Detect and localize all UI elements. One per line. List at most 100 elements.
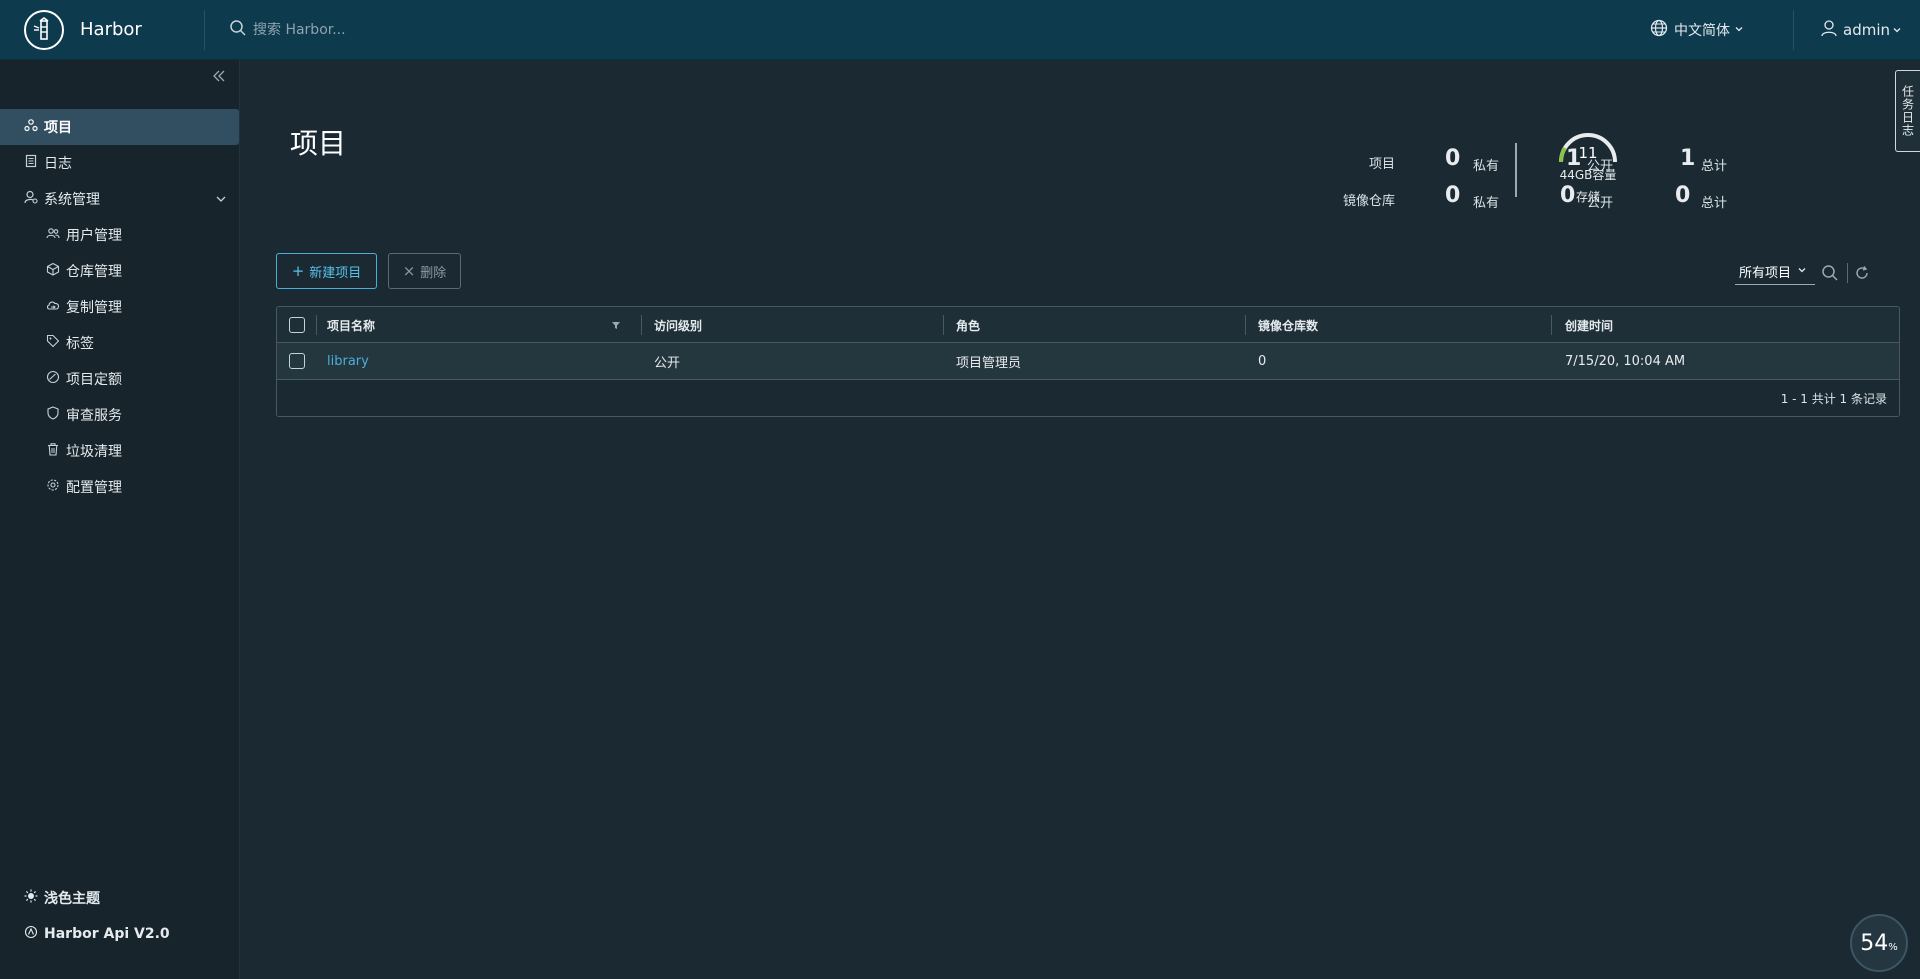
tag-icon [46,334,60,352]
sidebar-item-admin[interactable]: 系统管理 [0,181,240,217]
sidebar-item-gc[interactable]: 垃圾清理 [0,433,240,469]
sidebar-item-label: 日志 [44,156,72,172]
sidebar-item-label: 标签 [66,336,94,352]
project-name-link[interactable]: library [327,343,369,379]
close-icon: × [402,262,416,280]
sidebar-item-registries[interactable]: 仓库管理 [0,253,240,289]
shield-icon [46,406,60,424]
column-header-repo-count[interactable]: 镜像仓库数 [1258,307,1318,343]
sidebar-item-labels[interactable]: 标签 [0,325,240,361]
sidebar-item-users[interactable]: 用户管理 [0,217,240,253]
project-repo-count: 0 [1258,353,1267,369]
header-divider-2 [1793,10,1794,50]
chevron-down-icon [1797,264,1807,279]
select-all-cell [289,307,305,343]
username: admin [1843,21,1890,39]
gear-icon [46,478,60,496]
chevron-down-icon [214,192,228,210]
sidebar-item-label: 系统管理 [44,192,100,208]
sidebar-item-label: 审查服务 [66,408,122,424]
search-icon[interactable] [1821,264,1839,282]
chevron-down-icon [1892,21,1902,39]
project-role: 项目管理员 [956,355,1022,371]
delete-button[interactable]: × 删除 [388,253,461,289]
trash-icon [46,442,60,460]
main-actions: + 新建项目 × 删除 所有项目 项目名称 访问级别 角色 镜像仓库数 创建时间… [240,60,1920,979]
column-separator [943,315,944,335]
logs-icon [24,154,38,172]
sidebar-item-logs[interactable]: 日志 [0,145,240,181]
plus-icon: + [291,262,305,280]
user-icon [1820,19,1838,41]
column-header-created[interactable]: 创建时间 [1565,307,1613,343]
table-row[interactable]: library 公开 项目管理员 0 7/15/20, 10:04 AM [277,343,1899,380]
theme-toggle[interactable]: 浅色主题 [0,880,240,916]
projects-table: 项目名称 访问级别 角色 镜像仓库数 创建时间 library 公开 项目管理员… [276,306,1900,417]
projects-icon [24,118,38,136]
replication-icon [46,298,60,316]
task-log-tab-label: 任务日志 [1900,85,1915,137]
user-menu[interactable]: admin [1820,0,1902,60]
brand[interactable]: Harbor [0,0,204,60]
theme-toggle-label: 浅色主题 [44,891,100,907]
sidebar-item-label: 垃圾清理 [66,444,122,460]
quota-icon [46,370,60,388]
project-type-value: 所有项目 [1739,266,1792,281]
sidebar-footer: 浅色主题 Harbor Api V2.0 [0,880,240,952]
admin-icon [24,190,38,208]
sidebar: 项目 日志 系统管理 用户管理 仓库管理 复制管理 标签 项目定额 审查服务 垃… [0,60,240,979]
column-header-access[interactable]: 访问级别 [654,307,702,343]
language-selector[interactable]: 中文简体 [1650,0,1744,60]
sidebar-item-replication[interactable]: 复制管理 [0,289,240,325]
sidebar-item-config[interactable]: 配置管理 [0,469,240,505]
column-separator [641,315,642,335]
api-link[interactable]: Harbor Api V2.0 [0,916,240,952]
column-separator [1551,315,1552,335]
sun-icon [24,889,38,907]
row-checkbox[interactable] [289,353,305,369]
project-type-select[interactable]: 所有项目 [1735,260,1815,285]
api-icon [24,925,38,943]
column-separator [316,315,317,335]
performance-value: 54 [1860,930,1889,956]
header-divider [204,9,205,50]
select-all-checkbox[interactable] [289,317,305,333]
sidebar-item-label: 项目 [44,120,72,136]
sidebar-item-interrogation[interactable]: 审查服务 [0,397,240,433]
search-input[interactable] [253,21,553,38]
performance-badge[interactable]: 54 % [1850,914,1908,972]
sidebar-item-label: 仓库管理 [66,264,122,280]
row-select-cell [289,343,305,379]
top-header: Harbor 中文简体 admin [0,0,1920,60]
task-log-tab[interactable]: 任务日志 [1895,70,1920,152]
table-header: 项目名称 访问级别 角色 镜像仓库数 创建时间 [277,307,1899,343]
column-header-role[interactable]: 角色 [956,307,980,343]
delete-label: 删除 [420,265,447,281]
sidebar-item-label: 复制管理 [66,300,122,316]
brand-name: Harbor [80,19,142,40]
sidebar-item-label: 项目定额 [66,372,122,388]
sidebar-collapse-button[interactable] [209,68,229,88]
sidebar-nav: 项目 日志 系统管理 用户管理 仓库管理 复制管理 标签 项目定额 审查服务 垃… [0,109,240,505]
sidebar-item-projects[interactable]: 项目 [0,109,239,145]
filter-divider [1847,262,1848,283]
project-created-time: 7/15/20, 10:04 AM [1565,353,1686,369]
filter-icon[interactable] [611,307,621,343]
api-link-label: Harbor Api V2.0 [44,926,170,942]
column-separator [1245,315,1246,335]
search-icon [229,19,247,41]
pagination-summary: 1 - 1 共计 1 条记录 [1780,391,1887,406]
refresh-icon[interactable] [1854,265,1870,281]
double-chevron-left-icon [212,69,226,87]
global-search[interactable] [229,19,629,41]
column-header-name[interactable]: 项目名称 [327,307,375,343]
globe-icon [1650,19,1668,41]
chevron-down-icon [1734,22,1744,38]
new-project-button[interactable]: + 新建项目 [276,253,377,289]
performance-unit: % [1888,941,1898,953]
language-label: 中文简体 [1674,23,1730,39]
table-footer: 1 - 1 共计 1 条记录 [277,380,1899,416]
sidebar-item-quotas[interactable]: 项目定额 [0,361,240,397]
registry-icon [46,262,60,280]
sidebar-item-label: 用户管理 [66,228,122,244]
